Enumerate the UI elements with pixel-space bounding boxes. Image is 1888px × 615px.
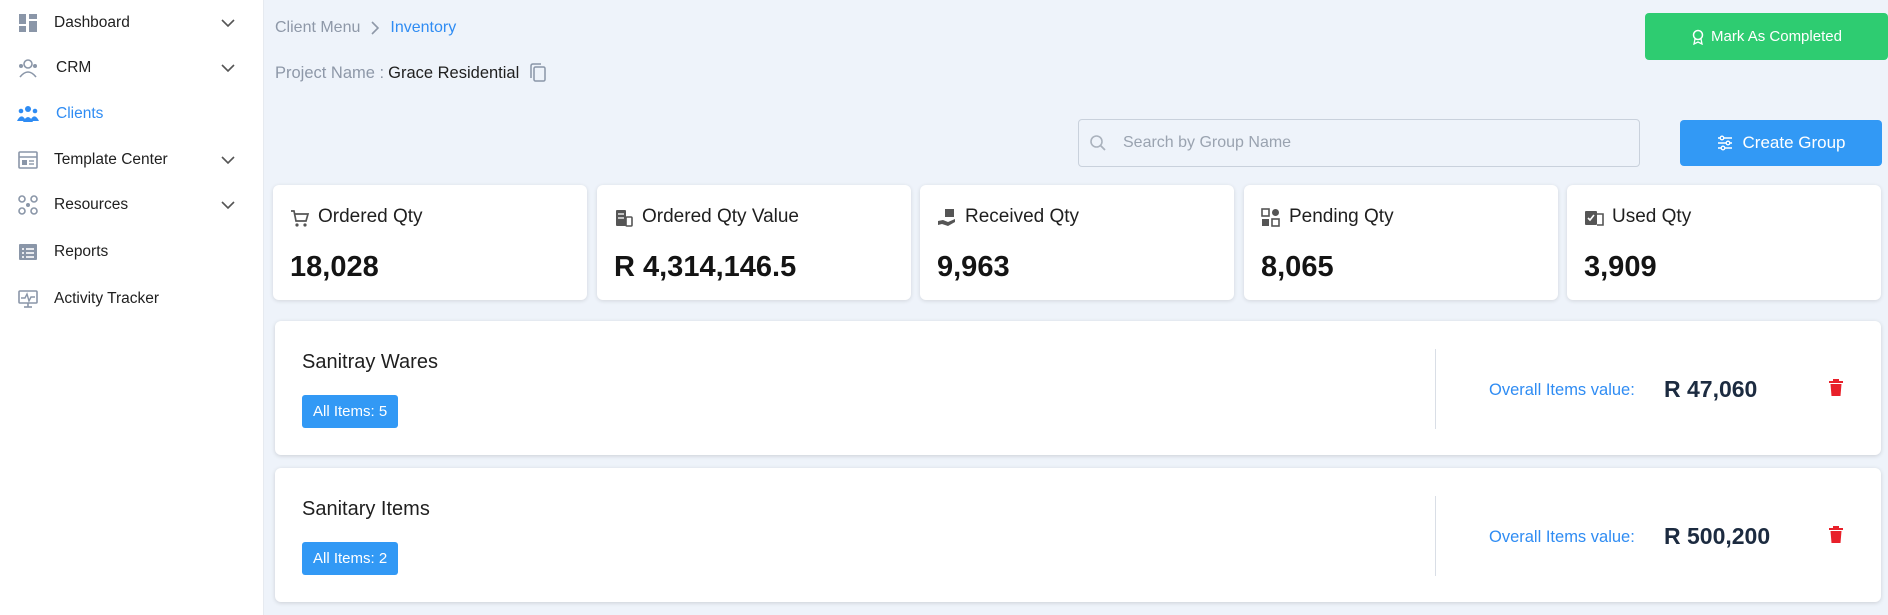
pending-icon bbox=[1261, 208, 1280, 227]
stat-card-ordered-qty-value: Ordered Qty Value R 4,314,146.5 bbox=[597, 185, 911, 300]
search-input[interactable] bbox=[1123, 120, 1623, 166]
search-box bbox=[1078, 119, 1640, 167]
sidebar-item-label: CRM bbox=[56, 59, 92, 76]
overall-items-value: R 500,200 bbox=[1664, 523, 1771, 549]
group-card-sanitray-wares[interactable]: Sanitray Wares All Items: 5 Overall Item… bbox=[275, 321, 1881, 455]
sidebar-item-label: Template Center bbox=[54, 151, 168, 168]
cart-icon bbox=[291, 210, 310, 227]
stat-label: Received Qty bbox=[965, 206, 1080, 227]
resources-icon bbox=[17, 194, 39, 216]
stat-card-ordered-qty: Ordered Qty 18,028 bbox=[273, 185, 587, 300]
reports-icon bbox=[17, 241, 39, 263]
stat-value: 9,963 bbox=[937, 251, 1010, 283]
overall-items-value: R 47,060 bbox=[1664, 376, 1758, 402]
sidebar-item-activity-tracker[interactable]: Activity Tracker bbox=[0, 279, 264, 319]
divider bbox=[1435, 496, 1436, 576]
received-icon bbox=[938, 209, 955, 226]
stat-value: 3,909 bbox=[1584, 251, 1657, 283]
dashboard-icon bbox=[17, 12, 39, 34]
breadcrumb-current: Inventory bbox=[390, 19, 457, 36]
all-items-badge[interactable]: All Items: 5 bbox=[302, 395, 399, 428]
chevron-down-icon[interactable] bbox=[219, 14, 237, 32]
trash-icon[interactable] bbox=[1828, 379, 1844, 397]
chevron-down-icon[interactable] bbox=[219, 59, 237, 77]
stat-card-pending-qty: Pending Qty 8,065 bbox=[1244, 185, 1558, 300]
chevron-right-icon bbox=[371, 21, 380, 35]
project-label: Project Name : bbox=[275, 63, 385, 82]
sidebar-item-crm[interactable]: CRM bbox=[0, 48, 264, 88]
stat-label: Ordered Qty Value bbox=[642, 206, 800, 227]
overall-items-value-label: Overall Items value: bbox=[1489, 528, 1635, 546]
mark-as-completed-button[interactable]: Mark As Completed bbox=[1645, 13, 1888, 60]
stat-label: Ordered Qty bbox=[318, 206, 423, 227]
stat-value: 18,028 bbox=[290, 251, 379, 283]
sidebar-item-clients[interactable]: Clients bbox=[0, 94, 264, 134]
sidebar-item-label: Clients bbox=[56, 105, 104, 122]
create-group-label: Create Group bbox=[1742, 133, 1846, 152]
group-title: Sanitray Wares bbox=[302, 351, 438, 373]
create-group-button[interactable]: Create Group bbox=[1680, 120, 1882, 166]
group-title: Sanitary Items bbox=[302, 498, 430, 520]
sidebar-item-reports[interactable]: Reports bbox=[0, 232, 264, 272]
breadcrumb-parent[interactable]: Client Menu bbox=[275, 19, 360, 37]
sidebar-item-label: Resources bbox=[54, 196, 129, 213]
overall-items-value-label: Overall Items value: bbox=[1489, 381, 1635, 399]
activity-icon bbox=[17, 288, 39, 310]
stat-label: Pending Qty bbox=[1289, 206, 1394, 227]
breadcrumb: Client Menu Inventory bbox=[275, 19, 456, 37]
sidebar-item-label: Activity Tracker bbox=[54, 290, 160, 307]
stat-card-received-qty: Received Qty 9,963 bbox=[920, 185, 1234, 300]
clients-icon bbox=[17, 103, 39, 125]
project-name: Grace Residential bbox=[388, 63, 520, 82]
project-info: Project Name : Grace Residential bbox=[275, 63, 547, 83]
sidebar-item-label: Reports bbox=[54, 243, 109, 260]
chevron-down-icon[interactable] bbox=[219, 151, 237, 169]
badge-icon bbox=[1692, 29, 1704, 45]
stat-card-used-qty: Used Qty 3,909 bbox=[1567, 185, 1881, 300]
sidebar-item-resources[interactable]: Resources bbox=[0, 185, 264, 225]
sidebar-item-label: Dashboard bbox=[54, 14, 130, 31]
value-icon bbox=[616, 210, 633, 227]
divider bbox=[1435, 349, 1436, 429]
chevron-down-icon[interactable] bbox=[219, 196, 237, 214]
sidebar: Dashboard CRM Clients Template Center Re… bbox=[0, 0, 264, 615]
stat-value: 8,065 bbox=[1261, 251, 1334, 283]
all-items-badge[interactable]: All Items: 2 bbox=[302, 542, 399, 575]
used-icon bbox=[1585, 211, 1604, 226]
sidebar-item-dashboard[interactable]: Dashboard bbox=[0, 3, 264, 43]
stat-value: R 4,314,146.5 bbox=[614, 251, 797, 283]
crm-icon bbox=[17, 57, 39, 79]
search-icon bbox=[1090, 135, 1106, 151]
mark-as-completed-label: Mark As Completed bbox=[1711, 28, 1842, 45]
stat-label: Used Qty bbox=[1612, 206, 1692, 227]
trash-icon[interactable] bbox=[1828, 526, 1844, 544]
copy-icon[interactable] bbox=[529, 63, 547, 83]
group-card-sanitary-items[interactable]: Sanitary Items All Items: 2 Overall Item… bbox=[275, 468, 1881, 602]
sliders-icon bbox=[1717, 135, 1732, 151]
sidebar-item-template-center[interactable]: Template Center bbox=[0, 140, 264, 180]
template-icon bbox=[17, 149, 39, 171]
